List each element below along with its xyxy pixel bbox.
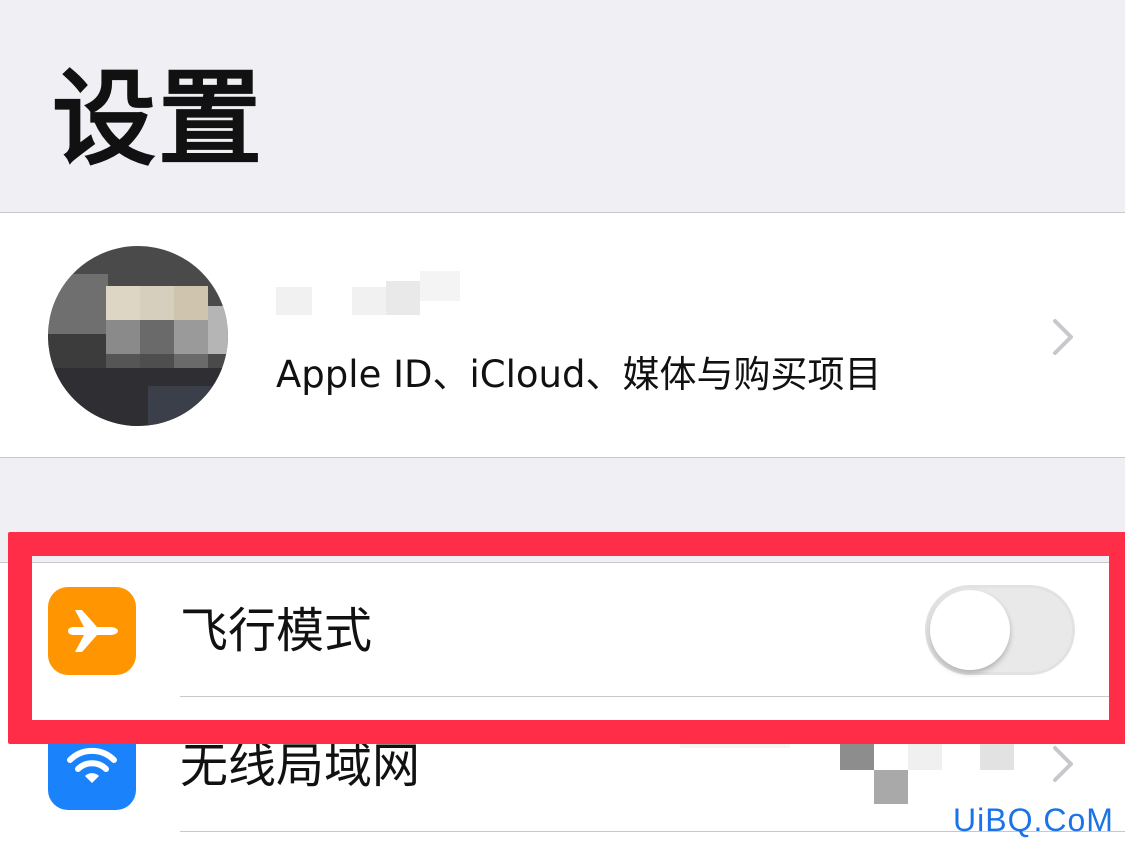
row-separator (180, 696, 1125, 697)
toggle-knob (930, 590, 1010, 670)
airplane-mode-label: 飞行模式 (180, 603, 373, 659)
page-title: 设置 (52, 58, 265, 180)
watermark: UiBQ.CoM (953, 802, 1114, 838)
apple-id-profile-row[interactable]: Apple ID、iCloud、媒体与购买项目 (0, 212, 1125, 458)
chevron-right-icon (1053, 319, 1073, 355)
wifi-icon (48, 722, 136, 810)
avatar (48, 246, 228, 426)
profile-subtitle: Apple ID、iCloud、媒体与购买项目 (276, 353, 882, 396)
wifi-network-name (680, 728, 1020, 808)
chevron-right-icon (1053, 746, 1073, 782)
airplane-icon (48, 587, 136, 675)
wifi-label: 无线局域网 (180, 738, 421, 794)
airplane-mode-toggle[interactable] (925, 585, 1075, 675)
profile-name (276, 271, 476, 321)
settings-row-airplane-mode[interactable]: 飞行模式 (0, 563, 1125, 697)
